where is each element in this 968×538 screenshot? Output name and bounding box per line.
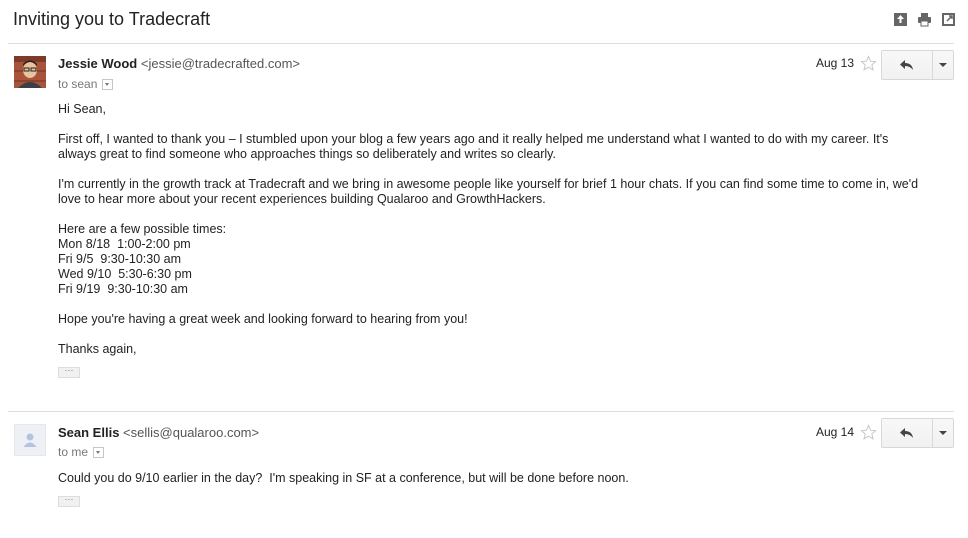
body-paragraph: I'm currently in the growth track at Tra… (58, 177, 922, 206)
reply-arrow-icon (900, 428, 913, 438)
time-slot: Fri 9/19 9:30-10:30 am (58, 282, 188, 296)
recipient-line: to me (58, 445, 105, 459)
sender-name[interactable]: Jessie Wood (58, 56, 137, 71)
body-closing: Thanks again, (58, 342, 137, 356)
star-icon[interactable] (860, 424, 877, 441)
more-options-button[interactable] (933, 419, 953, 447)
reply-arrow-icon (900, 60, 913, 70)
body-greeting: Hi Sean, (58, 102, 106, 116)
dropdown-arrow-icon (939, 431, 947, 435)
reply-button[interactable] (882, 51, 933, 79)
reply-button-group (881, 418, 954, 448)
time-slot: Mon 8/18 1:00-2:00 pm (58, 237, 191, 251)
header-divider (8, 43, 954, 44)
show-trimmed-content-button[interactable]: ··· (58, 495, 80, 507)
default-avatar-icon (14, 424, 46, 456)
body-paragraph: First off, I wanted to thank you – I stu… (58, 132, 892, 161)
new-window-icon[interactable] (941, 12, 956, 27)
sender-line: Sean Ellis <sellis@qualaroo.com> (58, 425, 259, 440)
recipient-label: to me (58, 445, 89, 459)
star-icon[interactable] (860, 55, 877, 72)
thread-toolbar (893, 12, 956, 27)
show-trimmed-content-button[interactable]: ··· (58, 366, 80, 378)
avatar[interactable] (14, 424, 46, 456)
body-paragraph: Hope you're having a great week and look… (58, 312, 468, 326)
message-body: Hi Sean, First off, I wanted to thank yo… (58, 102, 928, 372)
times-intro: Here are a few possible times: (58, 222, 227, 236)
show-details-icon[interactable] (93, 446, 105, 458)
reply-button[interactable] (882, 419, 933, 447)
sender-name[interactable]: Sean Ellis (58, 425, 119, 440)
expand-icon[interactable] (893, 12, 908, 27)
body-paragraph: Could you do 9/10 earlier in the day? I'… (58, 471, 629, 485)
reply-button-group (881, 50, 954, 80)
sender-line: Jessie Wood <jessie@tradecrafted.com> (58, 56, 300, 71)
message-divider (8, 411, 954, 412)
avatar[interactable] (14, 56, 46, 88)
print-icon[interactable] (917, 12, 932, 27)
show-details-icon[interactable] (102, 78, 114, 90)
message-body: Could you do 9/10 earlier in the day? I'… (58, 471, 928, 501)
sender-email: <jessie@tradecrafted.com> (140, 56, 301, 71)
recipient-line: to sean (58, 77, 114, 91)
message-date[interactable]: Aug 13 (816, 56, 854, 70)
recipient-label: to sean (58, 77, 98, 91)
more-options-button[interactable] (933, 51, 953, 79)
proposed-times: Here are a few possible times: Mon 8/18 … (58, 222, 928, 297)
time-slot: Fri 9/5 9:30-10:30 am (58, 252, 181, 266)
message-date[interactable]: Aug 14 (816, 425, 854, 439)
email-subject: Inviting you to Tradecraft (13, 9, 211, 29)
sender-email: <sellis@qualaroo.com> (123, 425, 260, 440)
time-slot: Wed 9/10 5:30-6:30 pm (58, 267, 192, 281)
dropdown-arrow-icon (939, 63, 947, 67)
avatar-photo-icon (14, 56, 46, 88)
subject-bar: Inviting you to Tradecraft (0, 0, 968, 44)
